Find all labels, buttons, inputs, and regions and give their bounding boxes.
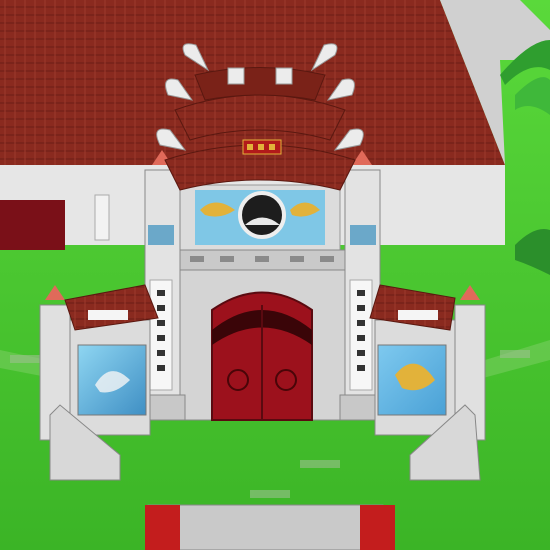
round-window xyxy=(238,191,286,239)
front-stairs xyxy=(145,504,395,550)
temple-gate-scene xyxy=(0,0,550,550)
game-viewport[interactable] xyxy=(0,0,550,550)
main-hall-door-left xyxy=(0,200,65,250)
